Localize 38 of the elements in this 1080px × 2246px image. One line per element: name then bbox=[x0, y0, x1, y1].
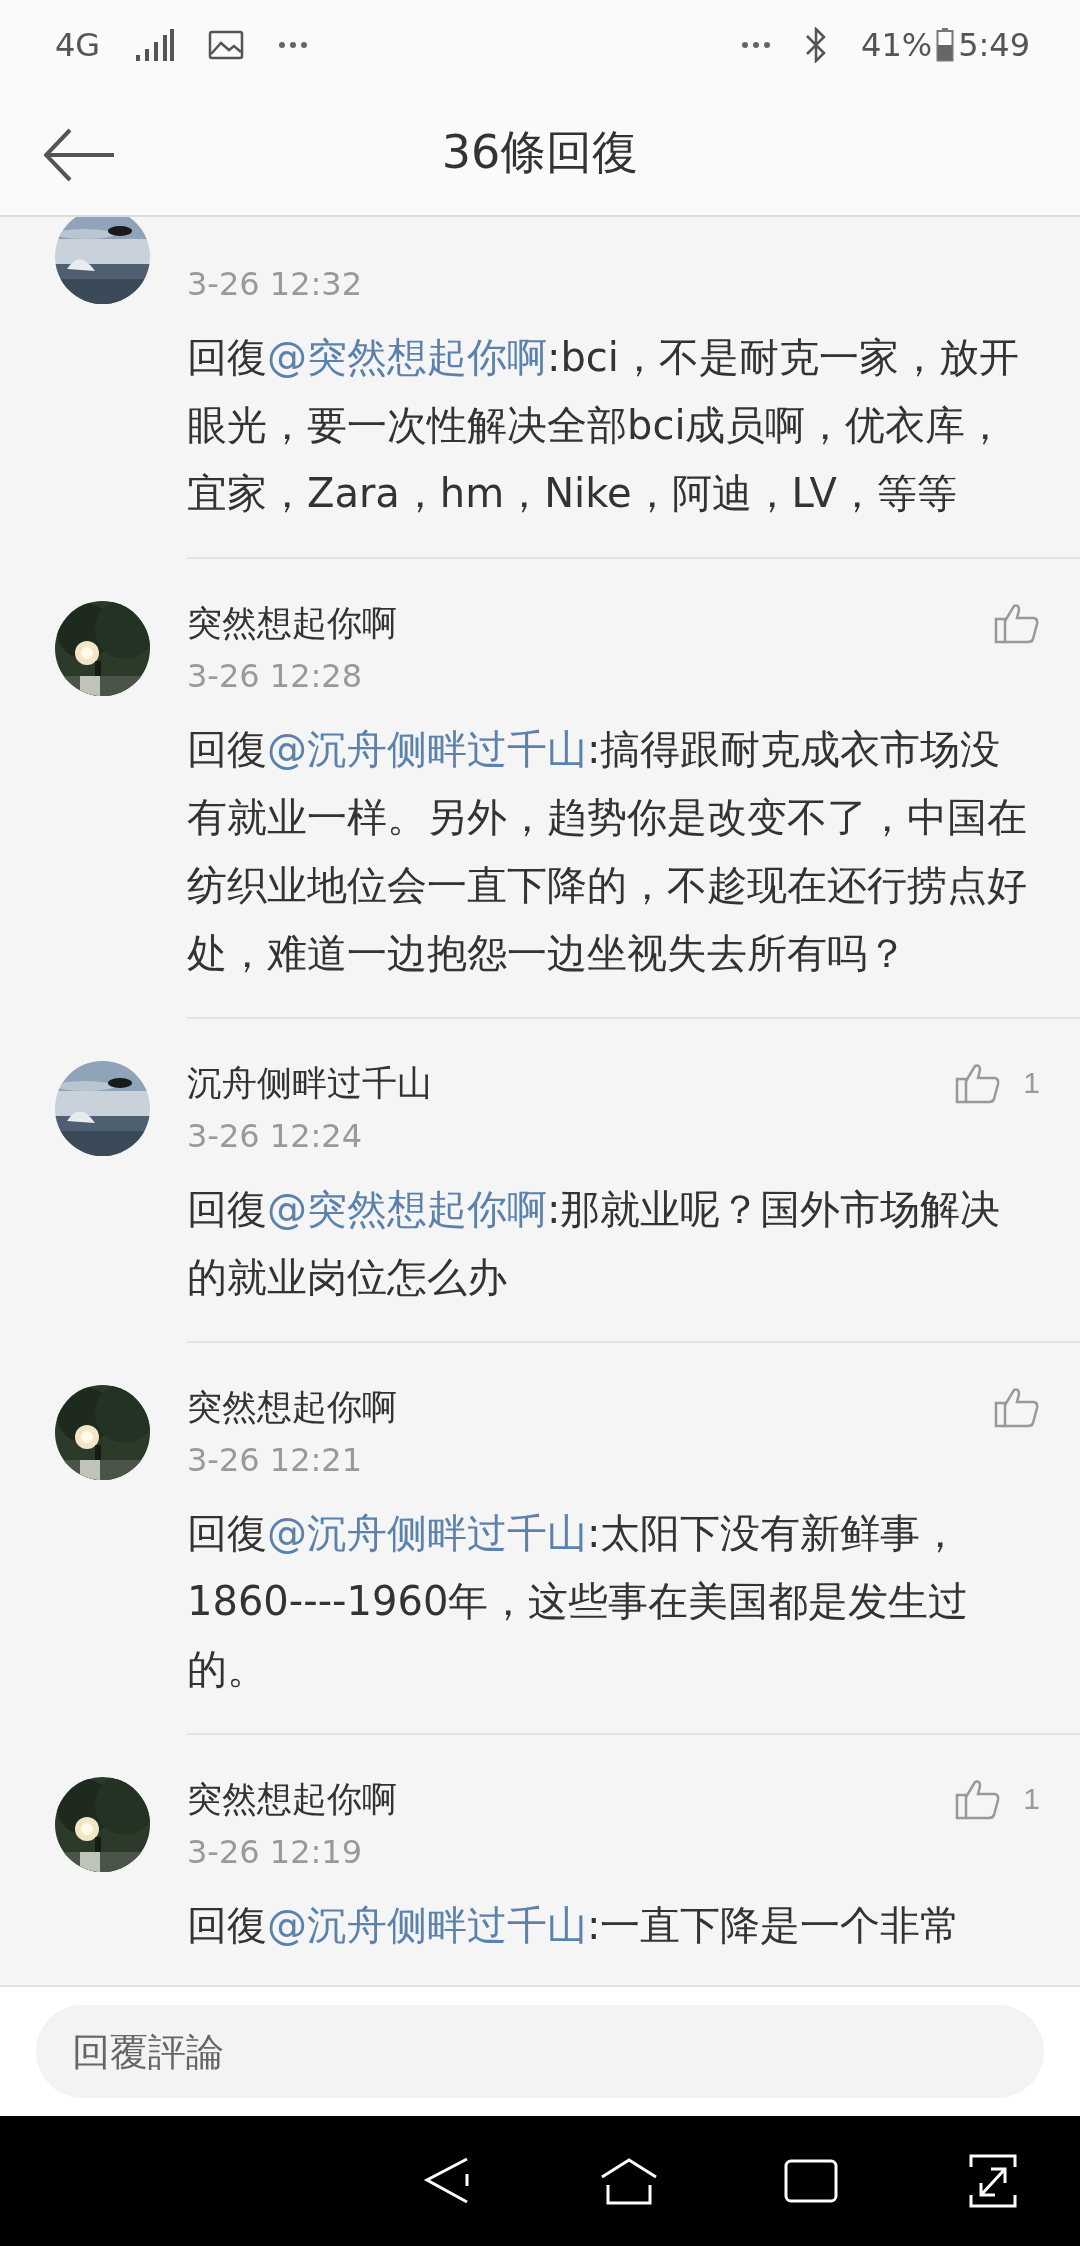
reply-field[interactable]: 回覆評論 bbox=[36, 2005, 1044, 2098]
more-icon bbox=[278, 41, 309, 49]
comment-date: 3-26 12:19 bbox=[187, 1833, 363, 1873]
like-icon bbox=[994, 602, 1040, 644]
like-icon bbox=[955, 1778, 1002, 1820]
network-type: 4G bbox=[55, 26, 101, 64]
like-button[interactable]: 1 bbox=[955, 1778, 1040, 1820]
like-button[interactable] bbox=[994, 602, 1040, 644]
more-icon bbox=[741, 41, 771, 49]
like-button[interactable]: 1 bbox=[955, 1062, 1040, 1104]
bluetooth-icon bbox=[805, 27, 827, 63]
user-name: 突然想起你啊 bbox=[187, 601, 398, 645]
image-icon bbox=[208, 30, 245, 60]
mention-link[interactable]: @突然想起你啊 bbox=[267, 334, 547, 380]
mention-link[interactable]: @沉舟侧畔过千山 bbox=[267, 1902, 587, 1948]
mention-link[interactable]: @突然想起你啊 bbox=[267, 1186, 547, 1232]
clock: 5:49 bbox=[958, 26, 1030, 64]
comment-text: 回復@沉舟侧畔过千山:太阳下没有新鲜事，1860----1960年，这些事在美国都是发生过的。 bbox=[187, 1509, 970, 1694]
comment-date: 3-26 12:32 bbox=[187, 265, 363, 305]
like-button[interactable] bbox=[994, 1386, 1040, 1428]
comment-date: 3-26 12:24 bbox=[187, 1117, 363, 1157]
battery-percent: 41% bbox=[861, 26, 933, 64]
comment-date: 3-26 12:21 bbox=[187, 1441, 363, 1481]
user-name: 沉舟侧畔过千山 bbox=[187, 1061, 433, 1105]
page-title: 36條回復 bbox=[441, 123, 639, 181]
battery-icon bbox=[936, 28, 955, 62]
signal-icon bbox=[134, 29, 175, 61]
comment-text: 回復@突然想起你啊:bci，不是耐克一家，放开眼光，要一次性解决全部bci成员啊，优衣库，宜家，Zara，hm，Nike，阿迪，LV，等等 bbox=[187, 333, 1020, 518]
mention-link[interactable]: @沉舟侧畔过千山 bbox=[267, 1510, 587, 1556]
comment-text: 回復@沉舟侧畔过千山:一直下降是一个非常 bbox=[187, 1901, 962, 1950]
like-icon bbox=[955, 1062, 1002, 1104]
like-icon bbox=[994, 1386, 1040, 1428]
comment-text: 回復@沉舟侧畔过千山:搞得跟耐克成衣市场没有就业一样。另外，趋势你是改变不了，中国在纺织业地位会一直下降的，不趁现在还行捞点好处，难道一边抱怨一边坐视失去所有吗？ bbox=[187, 725, 1028, 978]
user-name: 突然想起你啊 bbox=[187, 1385, 398, 1429]
user-name: 突然想起你啊 bbox=[187, 1777, 398, 1821]
mention-link[interactable]: @沉舟侧畔过千山 bbox=[267, 726, 587, 772]
comment-date: 3-26 12:28 bbox=[187, 657, 363, 697]
comment-text: 回復@突然想起你啊:那就业呢？国外市场解决的就业岗位怎么办 bbox=[187, 1185, 1002, 1302]
